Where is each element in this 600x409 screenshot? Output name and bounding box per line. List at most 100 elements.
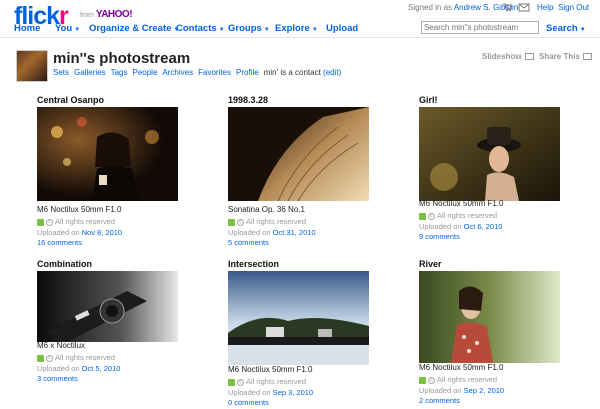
link-profile[interactable]: Profile [236, 68, 259, 77]
nav-contacts[interactable]: Contacts ▼ [176, 23, 225, 34]
photo-card: Girl! M6 Noctilux 50mm F1.0 c All rights … [419, 95, 569, 245]
chevron-down-icon: ▼ [579, 27, 586, 33]
comments-link[interactable]: 2 comments [419, 396, 460, 405]
photo-sonatina[interactable] [228, 107, 369, 201]
photo-card: Combination M6 x Noctilux c All rights re… [37, 259, 187, 409]
share-label: Share This [539, 52, 580, 61]
photo-caption: Sonatina Op. 36 No.1 [228, 205, 305, 214]
license-icon [228, 218, 235, 226]
upload-info: Uploaded on Oct 6, 2010 [419, 222, 502, 231]
upload-info: Uploaded on Oct 5, 2010 [37, 364, 120, 373]
link-people[interactable]: People [133, 68, 158, 77]
search-input[interactable] [421, 21, 539, 34]
rights-text: All rights reserved [55, 217, 116, 226]
upload-info: Uploaded on Sep 3, 2010 [228, 388, 313, 397]
license-icon [37, 354, 44, 362]
rights-info: c All rights reserved [419, 375, 497, 384]
slideshow-label: Slideshow [482, 52, 522, 61]
rights-text: All rights reserved [437, 375, 498, 384]
help-link[interactable]: Help [537, 3, 553, 12]
license-icon [37, 218, 44, 226]
link-galleries[interactable]: Galleries [74, 68, 106, 77]
photo-card: River M6 Noctilux 50mm F1.0 c All rights … [419, 259, 569, 409]
upload-date-link[interactable]: Sep 3, 2010 [273, 388, 313, 397]
link-sets[interactable]: Sets [53, 68, 69, 77]
monitor-icon [524, 53, 534, 61]
rights-text: All rights reserved [246, 377, 307, 386]
link-archives[interactable]: Archives [162, 68, 193, 77]
photo-combination[interactable] [37, 271, 178, 342]
signed-in-prefix: Signed in as [408, 3, 453, 12]
upload-info: Uploaded on Nov 8, 2010 [37, 228, 122, 237]
share-icon [582, 53, 592, 61]
page-title: min''s photostream [53, 50, 191, 67]
photo-girl[interactable] [419, 107, 560, 201]
photo-card: Central Osanpo M6 Noctilux 50mm F1.0 c Al… [37, 95, 187, 247]
chevron-down-icon: ▼ [218, 27, 225, 33]
uploaded-prefix: Uploaded on [228, 388, 271, 397]
upload-date-link[interactable]: Oct 6, 2010 [464, 222, 503, 231]
comments-link[interactable]: 3 comments [37, 374, 78, 383]
nav-contacts-label: Contacts [176, 23, 217, 34]
upload-info: Uploaded on Sep 2, 2010 [419, 386, 504, 395]
upload-date-link[interactable]: Sep 2, 2010 [464, 386, 504, 395]
nav-groups[interactable]: Groups ▼ [228, 23, 270, 34]
nav-upload[interactable]: Upload [326, 23, 358, 34]
mail-icon[interactable] [518, 2, 530, 12]
upload-info: Uploaded on Oct 31, 2010 [228, 228, 316, 237]
rights-text: All rights reserved [437, 211, 498, 220]
nav-explore[interactable]: Explore ▼ [275, 23, 318, 34]
edit-contact-link[interactable]: (edit) [323, 68, 341, 77]
copyright-icon: c [46, 354, 53, 362]
from-yahoo: from YAHOO! [80, 9, 133, 20]
photo-title-link[interactable]: Girl! [419, 95, 438, 105]
nav-you[interactable]: You ▼ [55, 23, 80, 34]
photostream-nav: Sets Galleries Tags People Archives Favorites… [53, 68, 341, 77]
photo-title-link[interactable]: 1998.3.28 [228, 95, 268, 105]
uploaded-prefix: Uploaded on [419, 222, 462, 231]
comments-link[interactable]: 0 comments [228, 398, 269, 407]
rights-info: c All rights reserved [228, 377, 306, 386]
nav-explore-label: Explore [275, 23, 310, 34]
photo-card: Intersection M6 Noctilux 50mm F1.0 c All … [228, 259, 378, 409]
rights-text: All rights reserved [246, 217, 307, 226]
search-button[interactable]: Search ▼ [546, 23, 586, 34]
photo-card: 1998.3.28 Sonatina Op. 36 No.1 c All righ… [228, 95, 378, 247]
nav-home[interactable]: Home [14, 23, 40, 34]
photo-title-link[interactable]: Intersection [228, 259, 279, 269]
photo-title-link[interactable]: Combination [37, 259, 92, 269]
copyright-icon: c [428, 212, 435, 220]
photo-caption: M6 x Noctilux [37, 341, 86, 350]
upload-date-link[interactable]: Oct 31, 2010 [273, 228, 316, 237]
upload-date-link[interactable]: Nov 8, 2010 [82, 228, 122, 237]
sign-out-link[interactable]: Sign Out [558, 3, 589, 12]
photo-title-link[interactable]: River [419, 259, 442, 269]
photo-intersection[interactable] [228, 271, 369, 365]
nav-organize[interactable]: Organize & Create ▼ [89, 23, 179, 34]
from-label: from [80, 12, 94, 19]
link-favorites[interactable]: Favorites [198, 68, 231, 77]
photo-title-link[interactable]: Central Osanpo [37, 95, 104, 105]
link-tags[interactable]: Tags [111, 68, 128, 77]
rights-info: c All rights reserved [37, 353, 115, 362]
comments-link[interactable]: 9 comments [419, 232, 460, 241]
upload-date-link[interactable]: Oct 5, 2010 [82, 364, 121, 373]
uploaded-prefix: Uploaded on [37, 364, 80, 373]
share-button[interactable]: Share This [539, 52, 592, 61]
slideshow-button[interactable]: Slideshow [482, 52, 534, 61]
avatar[interactable] [16, 50, 48, 82]
copyright-icon: c [237, 378, 244, 386]
nav-you-label: You [55, 23, 73, 34]
cart-icon[interactable] [502, 2, 512, 12]
comments-link[interactable]: 16 comments [37, 238, 82, 247]
uploaded-prefix: Uploaded on [419, 386, 462, 395]
license-icon [419, 212, 426, 220]
copyright-icon: c [46, 218, 53, 226]
photo-central-osanpo[interactable] [37, 107, 178, 201]
yahoo-logo: YAHOO! [95, 9, 133, 20]
nav-organize-label: Organize & Create [89, 23, 172, 34]
photo-caption: M6 Noctilux 50mm F1.0 [419, 363, 504, 372]
comments-link[interactable]: 5 comments [228, 238, 269, 247]
photo-caption: M6 Noctilux 50mm F1.0 [228, 365, 313, 374]
photo-river[interactable] [419, 271, 560, 363]
